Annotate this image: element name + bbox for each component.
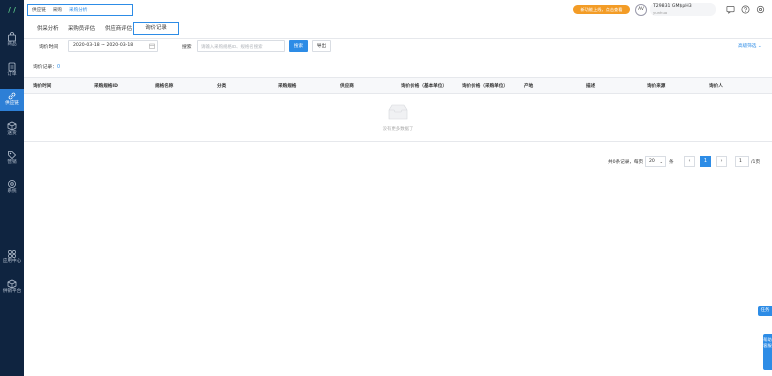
top-bar: 供应链 采购 采购分析 新功能上线，点击查看 AV T29831 GM$pH3 … <box>24 0 772 19</box>
tab-supply-analysis[interactable]: 供采分析 <box>37 24 59 32</box>
column-header: 采购规格 <box>278 84 297 89</box>
empty-state: 没有更多数据了 <box>24 94 772 142</box>
sidebar-item-supply-chain[interactable]: 供应链 <box>0 89 24 111</box>
breadcrumb: 供应链 采购 采购分析 <box>27 4 133 16</box>
prev-page-button[interactable]: ‹ <box>684 156 695 167</box>
pagination-unit: 条 <box>669 160 674 165</box>
advanced-filter-label: 高级筛选 <box>738 44 757 49</box>
export-button[interactable]: 导出 <box>312 40 331 52</box>
column-header: 询价来源 <box>647 84 666 89</box>
document-icon <box>8 62 16 72</box>
pagination-total: 共0条记录，每页 <box>608 160 644 165</box>
record-count: 询价记录：0 <box>33 63 60 70</box>
sidebar-item-label: 商品 <box>7 42 17 47</box>
message-icon[interactable] <box>726 5 735 14</box>
search-button[interactable]: 搜索 <box>289 40 308 52</box>
sidebar-item-goods[interactable]: 商品 <box>0 30 24 52</box>
tab-bar: 供采分析 采购员评估 供应商评估 询价记录 <box>24 19 772 39</box>
date-label: 询价时间 <box>39 45 59 50</box>
gear-icon <box>8 180 16 188</box>
column-header: 规格名称 <box>155 84 174 89</box>
sidebar-item-distribution[interactable]: 供销平台 <box>0 277 24 299</box>
breadcrumb-item[interactable]: 供应链 <box>32 7 46 13</box>
tab-buyer-evaluation[interactable]: 采购员评估 <box>68 24 95 32</box>
empty-text: 没有更多数据了 <box>382 127 414 132</box>
column-header: 产地 <box>524 84 534 89</box>
chevron-down-icon: ⌄ <box>659 159 663 164</box>
column-header: 询价时间 <box>33 84 52 89</box>
calendar-icon <box>149 43 155 49</box>
sidebar-item-label: 供销平台 <box>2 289 22 294</box>
link-icon <box>8 92 16 100</box>
column-header: 采购规格ID <box>94 84 118 89</box>
next-page-button[interactable]: › <box>716 156 727 167</box>
column-header: 供应商 <box>340 84 354 89</box>
inquiry-table: 询价时间 采购规格ID 规格名称 分类 采购规格 供应商 询价价格（基本单位） … <box>24 77 772 142</box>
sidebar: / / 商品 订单 供应链 送货 营销 系统 应用中心 供销平台 <box>0 0 24 376</box>
advanced-filter-link[interactable]: 高级筛选 ⌄ <box>738 43 762 49</box>
chevron-down-icon: ⌄ <box>757 44 762 49</box>
grid-icon <box>8 250 16 258</box>
task-float-button[interactable]: 任务 <box>758 306 772 316</box>
table-header: 询价时间 采购规格ID 规格名称 分类 采购规格 供应商 询价价格（基本单位） … <box>24 77 772 94</box>
page-button-current[interactable]: 1 <box>700 156 711 167</box>
sidebar-item-label: 订单 <box>7 72 17 77</box>
page-size-value: 20 <box>649 159 655 164</box>
breadcrumb-item[interactable]: 采购 <box>53 7 62 13</box>
breadcrumb-current: 采购分析 <box>69 8 88 13</box>
cube-icon <box>7 279 17 289</box>
column-header: 描述 <box>586 84 596 89</box>
help-float-button[interactable]: 帮助客服 <box>763 334 772 370</box>
search-label: 搜索 <box>182 45 192 50</box>
settings-icon[interactable] <box>756 5 765 14</box>
sidebar-item-label: 营销 <box>7 160 17 165</box>
user-menu[interactable]: T29831 GM$pH3 yunhuo <box>650 3 716 16</box>
page-size-select[interactable]: 20 ⌄ <box>645 156 666 167</box>
column-header: 询价价格（采购单位） <box>462 84 508 89</box>
filter-bar: 询价时间 2020-03-18 ~ 2020-03-18 搜索 搜索 导出 高级… <box>24 39 772 55</box>
sidebar-item-label: 供应链 <box>5 101 19 106</box>
record-count-label: 询价记录： <box>33 65 57 70</box>
column-header: 分类 <box>217 84 227 89</box>
app-logo: / / <box>8 6 16 14</box>
box-icon <box>7 121 17 131</box>
empty-box-icon <box>388 104 408 120</box>
user-subtitle: yunhuo <box>653 10 668 15</box>
pagination-total-pages: /1页 <box>751 160 761 165</box>
sidebar-item-label: 系统 <box>7 189 17 194</box>
tab-inquiry-records[interactable]: 询价记录 <box>133 22 179 35</box>
bag-icon <box>8 32 16 42</box>
record-count-value: 0 <box>57 65 61 70</box>
column-header: 询价价格（基本单位） <box>401 84 447 89</box>
help-icon[interactable] <box>741 5 750 14</box>
date-range-picker[interactable]: 2020-03-18 ~ 2020-03-18 <box>68 40 158 52</box>
sidebar-item-label: 送货 <box>7 131 17 136</box>
sidebar-item-delivery[interactable]: 送货 <box>0 119 24 141</box>
avatar[interactable]: AV <box>635 4 647 16</box>
column-header: 询价人 <box>709 84 723 89</box>
sidebar-item-marketing[interactable]: 营销 <box>0 148 24 170</box>
sidebar-item-label: 应用中心 <box>2 259 22 264</box>
tag-icon <box>8 151 17 160</box>
tab-supplier-evaluation[interactable]: 供应商评估 <box>105 24 132 32</box>
user-name: T29831 GM$pH3 <box>653 4 692 9</box>
sidebar-item-orders[interactable]: 订单 <box>0 60 24 82</box>
goto-page-input[interactable]: 1 <box>735 156 749 167</box>
sidebar-item-app-center[interactable]: 应用中心 <box>0 247 24 269</box>
sidebar-item-system[interactable]: 系统 <box>0 177 24 199</box>
search-input[interactable] <box>197 40 285 52</box>
date-range-value: 2020-03-18 ~ 2020-03-18 <box>73 43 134 48</box>
notice-banner[interactable]: 新功能上线，点击查看 <box>573 5 630 14</box>
